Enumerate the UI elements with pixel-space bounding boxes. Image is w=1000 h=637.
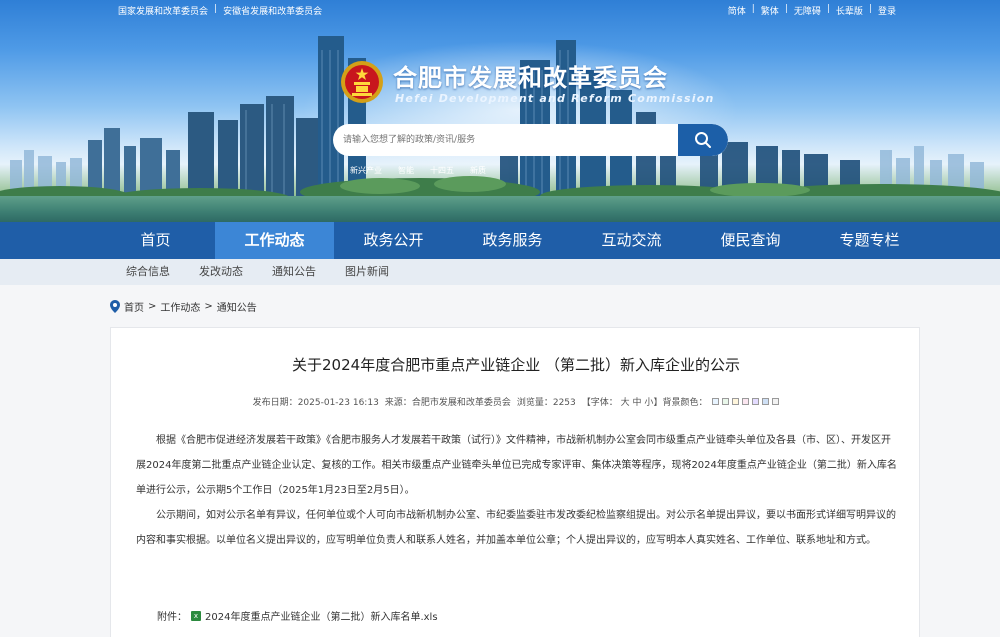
header-banner: 国家发展和改革委员会 | 安徽省发展和改革委员会 简体 | 繁体 | 无障碍 | 长辈… bbox=[0, 0, 1000, 222]
source: 合肥市发展和改革委员会 bbox=[411, 398, 511, 408]
nav-item-special-topics[interactable]: 专题专栏 bbox=[810, 222, 929, 259]
lake-water bbox=[0, 196, 1000, 222]
breadcrumb-separator: > bbox=[204, 301, 213, 312]
article-paragraph-1: 根据《合肥市促进经济发展若干政策》《合肥市服务人才发展若干政策（试行）》文件精神… bbox=[136, 435, 897, 496]
bg-swatch[interactable] bbox=[712, 398, 720, 405]
link-login[interactable]: 登录 bbox=[878, 4, 896, 17]
bg-color-swatches bbox=[712, 398, 780, 405]
sub-nav: 综合信息 发改动态 通知公告 图片新闻 bbox=[0, 259, 1000, 285]
source-label: 来源： bbox=[384, 398, 412, 408]
article-meta: 发布日期：2025-01-23 16:13 来源：合肥市发展和改革委员会 浏览量… bbox=[111, 395, 921, 408]
top-links-right: 简体 | 繁体 | 无障碍 | 长辈版 | 登录 bbox=[727, 4, 896, 17]
link-accessibility[interactable]: 无障碍 bbox=[794, 4, 821, 17]
hot-word[interactable]: 智能 bbox=[398, 165, 414, 176]
city-skyline-illustration bbox=[0, 36, 1000, 208]
attachment-link[interactable]: 2024年度重点产业链企业（第二批）新入库名单.xls bbox=[205, 608, 438, 623]
date-label: 发布日期： bbox=[252, 398, 298, 408]
nav-item-gov-services[interactable]: 政务服务 bbox=[453, 222, 572, 259]
article-paragraph-2: 公示期间，如对公示名单有异议，任何单位或个人可向市战新机制办公室、市纪委监委驻市… bbox=[136, 510, 896, 546]
bg-color-label: 】背景颜色： bbox=[653, 398, 708, 408]
search-input[interactable] bbox=[333, 124, 678, 156]
top-links-left: 国家发展和改革委员会 | 安徽省发展和改革委员会 bbox=[118, 4, 323, 17]
breadcrumb-work-news[interactable]: 工作动态 bbox=[160, 299, 200, 314]
bg-swatch[interactable] bbox=[732, 398, 740, 405]
site-title: 合肥市发展和改革委员会 bbox=[393, 64, 668, 92]
search-icon bbox=[695, 132, 711, 148]
font-size-label: 【字体： bbox=[581, 398, 618, 408]
nav-item-home[interactable]: 首页 bbox=[96, 222, 215, 259]
bg-swatch[interactable] bbox=[742, 398, 750, 405]
breadcrumb-notices[interactable]: 通知公告 bbox=[217, 299, 257, 314]
article-title: 关于2024年度合肥市重点产业链企业 （第二批）新入库企业的公示 bbox=[292, 356, 740, 374]
attachment: 附件： x 2024年度重点产业链企业（第二批）新入库名单.xls bbox=[157, 608, 438, 623]
link-anhui-drc[interactable]: 安徽省发展和改革委员会 bbox=[223, 4, 322, 17]
breadcrumb-home[interactable]: 首页 bbox=[124, 299, 144, 314]
bg-swatch[interactable] bbox=[772, 398, 780, 405]
bg-swatch[interactable] bbox=[722, 398, 730, 405]
link-traditional[interactable]: 繁体 bbox=[761, 4, 779, 17]
national-emblem-icon bbox=[341, 61, 383, 103]
subnav-item-photo-news[interactable]: 图片新闻 bbox=[345, 259, 389, 285]
main-nav: 首页 工作动态 政务公开 政务服务 互动交流 便民查询 专题专栏 bbox=[0, 222, 1000, 259]
subnav-item-notices[interactable]: 通知公告 bbox=[272, 259, 316, 285]
attachment-label: 附件： bbox=[157, 612, 187, 623]
subnav-item-general-info[interactable]: 综合信息 bbox=[126, 259, 170, 285]
breadcrumb: 首页 > 工作动态 > 通知公告 bbox=[110, 299, 257, 314]
excel-file-icon: x bbox=[191, 610, 201, 621]
views-label: 浏览量： bbox=[516, 398, 553, 408]
hot-word[interactable]: 新质 bbox=[470, 165, 486, 176]
subnav-item-drc-news[interactable]: 发改动态 bbox=[199, 259, 243, 285]
nav-item-work-news[interactable]: 工作动态 bbox=[215, 222, 334, 259]
site-title-english: Hefei Development and Reform Commission bbox=[395, 92, 715, 105]
hot-word[interactable]: 新兴产业 bbox=[350, 165, 382, 176]
font-size-medium[interactable]: 中 bbox=[633, 398, 642, 408]
hot-word[interactable]: 十四五 bbox=[430, 165, 454, 176]
nav-item-public-query[interactable]: 便民查询 bbox=[691, 222, 810, 259]
article-container: 关于2024年度合肥市重点产业链企业 （第二批）新入库企业的公示 发布日期：20… bbox=[110, 327, 920, 637]
link-simplified[interactable]: 简体 bbox=[728, 4, 746, 17]
hot-search-words: 新兴产业 智能 十四五 新质 bbox=[350, 165, 486, 176]
link-ndrc[interactable]: 国家发展和改革委员会 bbox=[118, 4, 208, 17]
search-bar bbox=[333, 124, 728, 156]
bg-swatch[interactable] bbox=[752, 398, 760, 405]
link-elder-mode[interactable]: 长辈版 bbox=[836, 4, 863, 17]
location-pin-icon bbox=[110, 300, 120, 313]
nav-item-interaction[interactable]: 互动交流 bbox=[572, 222, 691, 259]
view-count: 2253 bbox=[552, 398, 576, 408]
font-size-large[interactable]: 大 bbox=[621, 398, 630, 408]
breadcrumb-separator: > bbox=[148, 301, 157, 312]
search-button[interactable] bbox=[678, 124, 728, 156]
nav-item-gov-affairs-open[interactable]: 政务公开 bbox=[334, 222, 453, 259]
bg-swatch[interactable] bbox=[762, 398, 770, 405]
publish-date: 2025-01-23 16:13 bbox=[297, 398, 379, 408]
